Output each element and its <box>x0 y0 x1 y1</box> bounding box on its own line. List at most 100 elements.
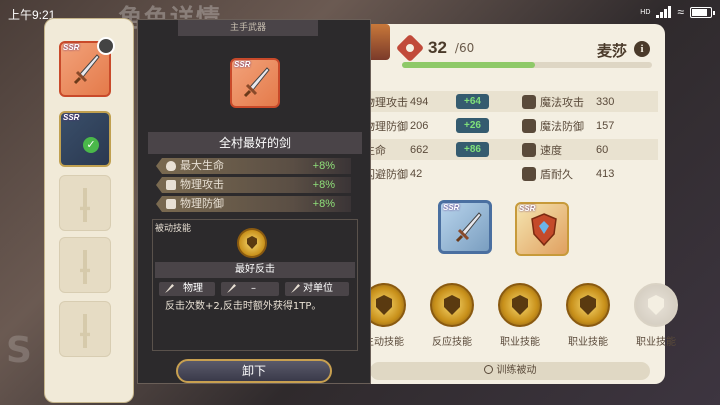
stat-value: 157 <box>596 119 615 132</box>
skill-cost: – <box>251 283 256 294</box>
stats-table: 物理攻击 494 +64 魔法攻击 330 物理防御 206 +26 魔法防御 157 生命… <box>338 91 658 187</box>
stat-row: 生命 662 +86 速度 60 <box>338 139 658 160</box>
skill-type-pill: 物理 <box>159 282 215 296</box>
skill-badge-icon <box>430 283 474 327</box>
empty-sword-icon <box>80 188 90 222</box>
level-max: /60 <box>454 41 475 55</box>
character-badge-icon <box>97 37 115 55</box>
rail-slot-empty[interactable] <box>59 175 111 231</box>
skill-badge-icon <box>498 283 542 327</box>
skill-slot[interactable]: 反应技能 <box>428 283 476 348</box>
stat-delta: +64 <box>456 94 489 109</box>
boot-icon <box>227 284 236 293</box>
rail-slot-empty[interactable] <box>59 237 111 293</box>
wifi-icon: ≈ <box>677 5 684 19</box>
offhand-slot[interactable]: SSR <box>515 202 569 256</box>
target-icon <box>291 284 300 293</box>
stat-delta: +86 <box>456 142 489 157</box>
level-current: 32 <box>428 38 447 57</box>
item-detail-popup: 主手武器 SSR 全村最好的剑 最大生命 +8% 物理攻击 +8% 物理防御 +… <box>137 19 371 384</box>
unequip-button[interactable]: 卸下 <box>176 359 332 383</box>
stat-value: 330 <box>596 95 615 108</box>
stat-label: 盾耐久 <box>540 167 573 181</box>
stat-delta: +26 <box>456 118 489 133</box>
sword-icon <box>165 284 174 293</box>
info-icon[interactable]: i <box>634 41 650 57</box>
attribute-row: 最大生命 +8% <box>156 158 351 174</box>
stat-label: 魔法攻击 <box>540 95 584 109</box>
sword-icon <box>73 54 100 85</box>
attribute-row: 物理防御 +8% <box>156 196 351 212</box>
sword-icon <box>455 212 482 243</box>
item-name: 全村最好的剑 <box>148 132 362 154</box>
passive-skill-icon <box>237 228 267 258</box>
skill-label: 职业技能 <box>568 337 608 348</box>
empty-sword-icon <box>80 314 90 348</box>
empty-sword-icon <box>80 250 90 284</box>
passive-skill-name: 最好反击 <box>155 262 355 278</box>
character-name: 麦莎 <box>597 42 628 60</box>
attribute-row: 物理攻击 +8% <box>156 177 351 193</box>
signal-icon <box>656 6 672 18</box>
stat-label: 魔法防御 <box>540 119 584 133</box>
passive-description: 反击次数+2,反击时额外获得1TP。 <box>165 301 322 312</box>
skill-target-pill: 对单位 <box>285 282 349 296</box>
attribute-label: 最大生命 <box>180 159 224 172</box>
speed-icon <box>522 142 536 157</box>
skill-target: 对单位 <box>303 283 333 294</box>
sword-icon <box>166 180 176 190</box>
skill-badge-icon <box>566 283 610 327</box>
shield-icon <box>531 213 557 247</box>
rail-slot-empty[interactable] <box>59 301 111 357</box>
level-progress-bar <box>402 62 652 68</box>
skill-slot[interactable]: 职业技能 <box>564 283 612 348</box>
background-letter: S <box>6 330 32 371</box>
locked-skill-icon <box>634 283 678 327</box>
level-icon <box>395 33 425 63</box>
skill-label: 职业技能 <box>636 337 676 348</box>
stat-value: 60 <box>596 143 609 156</box>
skill-slot-locked[interactable]: 职业技能 <box>632 283 680 348</box>
stat-row: 物理攻击 494 +64 魔法攻击 330 <box>338 91 658 112</box>
skill-cost-pill: – <box>221 282 279 296</box>
train-passive-label: 训练被动 <box>496 365 537 376</box>
rail-slot-weapon[interactable]: SSR <box>59 37 115 97</box>
level-progress-fill <box>402 62 535 68</box>
magic-defense-icon <box>522 118 536 133</box>
stat-row: 物理防御 206 +26 魔法防御 157 <box>338 115 658 136</box>
sword-icon <box>243 67 270 98</box>
skill-label: 职业技能 <box>500 337 540 348</box>
rail-slot-selected[interactable]: SSR ✓ <box>59 111 111 167</box>
search-icon <box>483 365 493 374</box>
stat-value: 42 <box>410 167 423 180</box>
passive-skill-box: 被动技能 最好反击 物理 – 对单位 反击次数+2,反击时额外获得1TP。 <box>152 219 358 351</box>
skill-type: 物理 <box>183 283 203 294</box>
skill-slot[interactable]: 职业技能 <box>496 283 544 348</box>
magic-attack-icon <box>522 94 536 109</box>
train-passive-button[interactable]: 训练被动 <box>370 362 650 380</box>
skill-label: 反应技能 <box>432 337 472 348</box>
heart-icon <box>166 161 176 171</box>
stat-label: 速度 <box>540 143 562 157</box>
hd-label: HD <box>640 8 651 16</box>
attribute-value: +8% <box>312 198 335 210</box>
level-row: 32 /60 <box>395 33 475 63</box>
battery-icon <box>690 6 715 18</box>
stat-row: 闪避防御 42 盾耐久 413 <box>338 163 658 184</box>
stat-value: 413 <box>596 167 615 180</box>
attribute-label: 物理攻击 <box>180 178 224 191</box>
weapon-slot[interactable]: SSR <box>438 200 492 254</box>
attribute-value: +8% <box>312 160 335 172</box>
shield-durability-icon <box>522 166 536 181</box>
rarity-tag: SSR <box>63 113 80 122</box>
passive-tag: 被动技能 <box>155 224 192 234</box>
shield-icon <box>166 199 176 209</box>
stat-value: 206 <box>410 119 429 132</box>
stat-value: 662 <box>410 143 429 156</box>
check-icon: ✓ <box>83 137 99 153</box>
skills-row: 主动技能 反应技能 职业技能 职业技能 职业技能 <box>360 283 680 348</box>
equipment-rail: SSR SSR ✓ <box>44 18 134 403</box>
attribute-value: +8% <box>312 179 335 191</box>
stat-value: 494 <box>410 95 429 108</box>
attribute-label: 物理防御 <box>180 197 224 210</box>
